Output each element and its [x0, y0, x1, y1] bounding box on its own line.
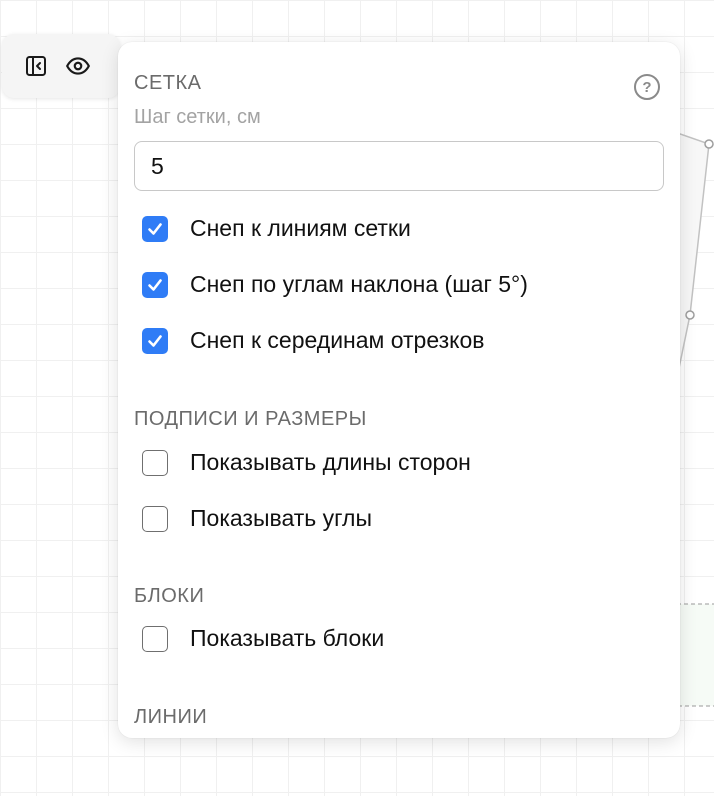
snap-grid-lines-option[interactable]: Снеп к линиям сетки: [142, 215, 411, 242]
visibility-button[interactable]: [64, 52, 92, 80]
shape-vertex-handle[interactable]: [704, 139, 714, 149]
snap-midpoints-label: Снеп к серединам отрезков: [190, 327, 485, 353]
grid-step-label: Шаг сетки, см: [134, 106, 261, 128]
grid-step-input[interactable]: [134, 141, 664, 191]
show-side-lengths-checkbox[interactable]: [142, 449, 168, 476]
checkmark-icon: [148, 334, 162, 347]
show-blocks-checkbox[interactable]: [142, 625, 168, 652]
snap-grid-lines-checkbox[interactable]: [142, 215, 168, 242]
checkmark-icon: [148, 278, 162, 291]
show-side-lengths-label: Показывать длины сторон: [190, 449, 471, 475]
eye-icon: [66, 57, 90, 75]
help-label: ?: [642, 78, 652, 96]
blocks-section-title: БЛОКИ: [134, 585, 205, 607]
snap-midpoints-option[interactable]: Снеп к серединам отрезков: [142, 327, 485, 354]
snap-angles-label: Снеп по углам наклона (шаг 5°): [190, 271, 528, 297]
checkmark-icon: [148, 222, 162, 235]
snap-midpoints-checkbox[interactable]: [142, 327, 168, 354]
show-angles-checkbox[interactable]: [142, 505, 168, 532]
sidebar-collapse-icon: [26, 56, 46, 76]
shape-vertex-handle[interactable]: [685, 310, 695, 320]
lines-section-title: ЛИНИИ: [134, 706, 208, 728]
show-blocks-label: Показывать блоки: [190, 625, 385, 651]
view-toolbar: [2, 34, 120, 98]
show-blocks-option[interactable]: Показывать блоки: [142, 625, 384, 652]
labels-section-title: ПОДПИСИ И РАЗМЕРЫ: [134, 408, 367, 430]
show-angles-option[interactable]: Показывать углы: [142, 505, 372, 532]
show-angles-label: Показывать углы: [190, 505, 372, 531]
snap-angles-checkbox[interactable]: [142, 271, 168, 298]
snap-grid-lines-label: Снеп к линиям сетки: [190, 215, 411, 241]
show-side-lengths-option[interactable]: Показывать длины сторон: [142, 449, 471, 476]
question-circle-icon[interactable]: ?: [634, 74, 660, 100]
sidebar-toggle-button[interactable]: [22, 52, 50, 80]
snap-angles-option[interactable]: Снеп по углам наклона (шаг 5°): [142, 271, 528, 298]
settings-panel: ? СЕТКА Шаг сетки, см Снеп к линиям сетк…: [118, 42, 680, 738]
grid-section-title: СЕТКА: [134, 72, 202, 94]
